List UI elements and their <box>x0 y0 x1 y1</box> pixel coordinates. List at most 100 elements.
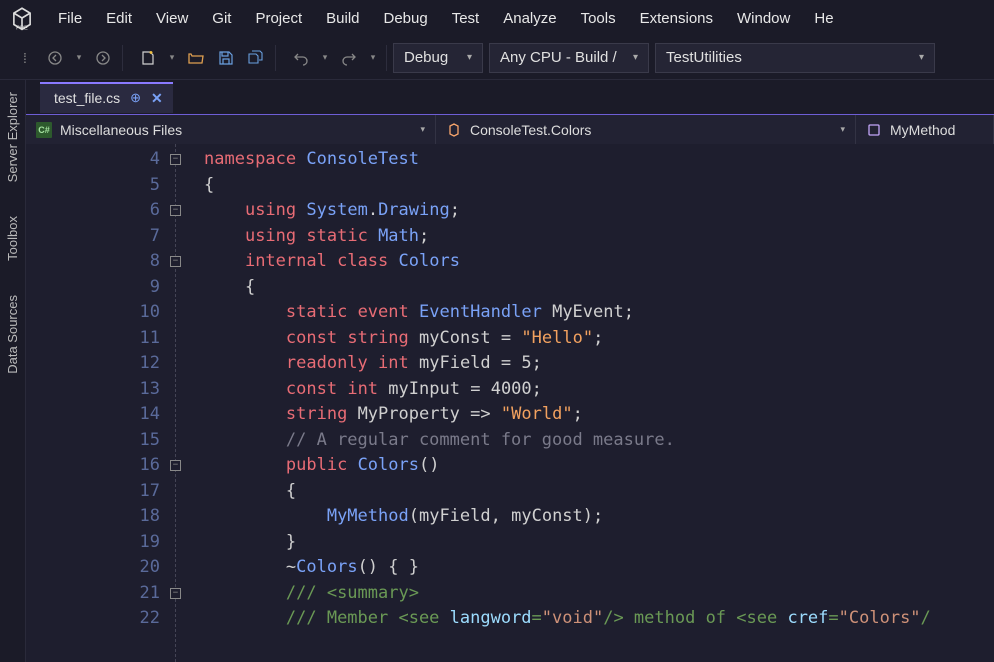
scope-dropdown[interactable]: C# Miscellaneous Files ▾ <box>26 115 436 144</box>
chevron-down-icon: ▾ <box>420 124 425 135</box>
code-line[interactable]: { <box>204 275 994 301</box>
new-item-button[interactable] <box>135 45 161 71</box>
line-number: 12 <box>26 351 160 377</box>
menu-extensions[interactable]: Extensions <box>628 4 725 33</box>
side-dock: Server Explorer Toolbox Data Sources <box>0 80 26 662</box>
fold-toggle <box>168 479 204 505</box>
side-panel-server-explorer[interactable]: Server Explorer <box>3 86 22 188</box>
chevron-down-icon: ▾ <box>840 124 845 135</box>
code-line[interactable]: /// <summary> <box>204 581 994 607</box>
close-icon[interactable]: ✕ <box>151 90 163 107</box>
undo-button[interactable] <box>288 45 314 71</box>
side-panel-data-sources[interactable]: Data Sources <box>3 289 22 380</box>
fold-toggle <box>168 402 204 428</box>
code-editor[interactable]: 45678910111213141516171819202122 −−−−− n… <box>26 144 994 662</box>
startup-dropdown[interactable]: TestUtilities ▾ <box>655 43 935 73</box>
member-label: MyMethod <box>890 122 955 138</box>
platform-value: Any CPU - Build / <box>500 49 617 66</box>
menu-he[interactable]: He <box>802 4 845 33</box>
menu-analyze[interactable]: Analyze <box>491 4 568 33</box>
open-file-button[interactable] <box>183 45 209 71</box>
line-number: 18 <box>26 504 160 530</box>
fold-toggle <box>168 530 204 556</box>
line-number: 4 <box>26 147 160 173</box>
fold-toggle[interactable]: − <box>168 147 204 173</box>
code-line[interactable]: string MyProperty => "World"; <box>204 402 994 428</box>
fold-toggle[interactable]: − <box>168 249 204 275</box>
code-line[interactable]: const int myInput = 4000; <box>204 377 994 403</box>
tab-filename: test_file.cs <box>54 90 120 106</box>
platform-dropdown[interactable]: Any CPU - Build / ▾ <box>489 43 649 73</box>
fold-toggle <box>168 275 204 301</box>
configuration-dropdown[interactable]: Debug ▾ <box>393 43 483 73</box>
dropdown-chevron-icon[interactable]: ▾ <box>366 45 380 71</box>
code-line[interactable]: // A regular comment for good measure. <box>204 428 994 454</box>
menu-project[interactable]: Project <box>243 4 314 33</box>
source-text[interactable]: namespace ConsoleTest{ using System.Draw… <box>204 144 994 662</box>
line-number: 21 <box>26 581 160 607</box>
fold-toggle <box>168 351 204 377</box>
drag-handle-icon: ⁞ <box>12 45 38 71</box>
type-label: ConsoleTest.Colors <box>470 122 591 138</box>
chevron-down-icon: ▾ <box>919 52 924 63</box>
nav-back-button[interactable] <box>42 45 68 71</box>
menu-edit[interactable]: Edit <box>94 4 144 33</box>
redo-button[interactable] <box>336 45 362 71</box>
app-logo: PRE <box>6 2 38 34</box>
fold-toggle <box>168 606 204 632</box>
code-line[interactable]: using static Math; <box>204 224 994 250</box>
code-line[interactable]: const string myConst = "Hello"; <box>204 326 994 352</box>
line-number: 11 <box>26 326 160 352</box>
line-number: 7 <box>26 224 160 250</box>
fold-toggle[interactable]: − <box>168 581 204 607</box>
type-dropdown[interactable]: ConsoleTest.Colors ▾ <box>436 115 856 144</box>
code-line[interactable]: /// Member <see langword="void"/> method… <box>204 606 994 632</box>
code-line[interactable]: namespace ConsoleTest <box>204 147 994 173</box>
code-line[interactable]: ~Colors() { } <box>204 555 994 581</box>
dropdown-chevron-icon[interactable]: ▾ <box>318 45 332 71</box>
line-number: 17 <box>26 479 160 505</box>
menu-debug[interactable]: Debug <box>372 4 440 33</box>
active-tab[interactable]: test_file.cs ⊕ ✕ <box>40 82 173 113</box>
save-button[interactable] <box>213 45 239 71</box>
member-dropdown[interactable]: MyMethod <box>856 115 994 144</box>
line-number: 10 <box>26 300 160 326</box>
menu-view[interactable]: View <box>144 4 200 33</box>
menu-window[interactable]: Window <box>725 4 802 33</box>
fold-toggle <box>168 555 204 581</box>
menu-tools[interactable]: Tools <box>569 4 628 33</box>
fold-column[interactable]: − − − − − <box>168 144 204 662</box>
toolbar: ⁞ ▾ ▾ ▾ ▾ Debug ▾ Any CPU - Build / ▾ Te… <box>0 36 994 80</box>
side-panel-toolbox[interactable]: Toolbox <box>3 210 22 267</box>
code-line[interactable]: } <box>204 530 994 556</box>
fold-toggle <box>168 504 204 530</box>
line-number: 20 <box>26 555 160 581</box>
line-number: 14 <box>26 402 160 428</box>
menu-git[interactable]: Git <box>200 4 243 33</box>
line-number-gutter: 45678910111213141516171819202122 <box>26 144 168 662</box>
line-number: 5 <box>26 173 160 199</box>
fold-toggle[interactable]: − <box>168 453 204 479</box>
fold-toggle <box>168 300 204 326</box>
code-line[interactable]: static event EventHandler MyEvent; <box>204 300 994 326</box>
code-line[interactable]: readonly int myField = 5; <box>204 351 994 377</box>
pin-icon[interactable]: ⊕ <box>130 90 141 106</box>
menu-file[interactable]: File <box>46 4 94 33</box>
code-line[interactable]: public Colors() <box>204 453 994 479</box>
method-icon <box>866 122 882 138</box>
code-line[interactable]: { <box>204 479 994 505</box>
fold-toggle <box>168 326 204 352</box>
fold-toggle[interactable]: − <box>168 198 204 224</box>
save-all-button[interactable] <box>243 45 269 71</box>
menu-test[interactable]: Test <box>440 4 492 33</box>
nav-forward-button[interactable] <box>90 45 116 71</box>
code-line[interactable]: using System.Drawing; <box>204 198 994 224</box>
chevron-down-icon: ▾ <box>467 52 472 63</box>
code-line[interactable]: { <box>204 173 994 199</box>
code-line[interactable]: internal class Colors <box>204 249 994 275</box>
dropdown-chevron-icon[interactable]: ▾ <box>165 45 179 71</box>
line-number: 22 <box>26 606 160 632</box>
dropdown-chevron-icon[interactable]: ▾ <box>72 45 86 71</box>
menu-build[interactable]: Build <box>314 4 371 33</box>
code-line[interactable]: MyMethod(myField, myConst); <box>204 504 994 530</box>
